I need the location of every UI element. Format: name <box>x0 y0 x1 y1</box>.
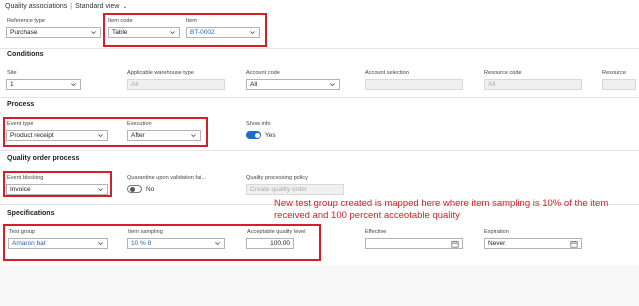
account-selection-label: Account selection <box>365 70 409 76</box>
annotation-text: New test group created is mapped here wh… <box>274 198 609 221</box>
specifications-highlight-box <box>3 224 321 261</box>
process-heading: Process <box>7 101 35 108</box>
quarantine-toggle[interactable] <box>127 185 142 193</box>
site-dropdown[interactable]: 1 <box>6 79 81 90</box>
expiration-value: Never <box>488 240 506 247</box>
calendar-icon[interactable] <box>451 240 459 248</box>
applicable-warehouse-type-value: All <box>131 81 139 88</box>
view-chevron-down-icon[interactable]: ⌄ <box>122 4 127 10</box>
conditions-heading: Conditions <box>7 51 44 58</box>
form-title: Quality associations <box>5 3 68 10</box>
toggle-knob <box>254 132 260 138</box>
show-info-label: Show info <box>246 121 271 127</box>
effective-label: Effective <box>365 229 387 235</box>
title-separator: | <box>70 3 73 10</box>
account-selection-field <box>365 79 463 90</box>
toggle-knob <box>129 186 135 192</box>
item-highlight-box <box>103 13 267 47</box>
quality-order-process-heading: Quality order process <box>7 155 80 162</box>
reference-type-dropdown[interactable]: Purchase <box>6 27 101 38</box>
page-title: Quality associations | Standard view ⌄ <box>5 3 127 10</box>
chevron-down-icon <box>329 81 336 88</box>
quarantine-value: No <box>146 186 155 193</box>
process-highlight-box <box>3 117 208 147</box>
resource-code-value: All <box>488 81 496 88</box>
chevron-down-icon <box>70 81 77 88</box>
account-code-dropdown[interactable]: All <box>246 79 340 90</box>
reference-type-value: Purchase <box>10 29 38 36</box>
account-code-value: All <box>250 81 258 88</box>
quality-processing-policy-field: Create quality order <box>246 184 344 195</box>
quality-processing-policy-label: Quality processing policy <box>246 175 308 181</box>
resource-field <box>602 79 636 90</box>
expiration-date-field[interactable]: Never <box>484 238 582 249</box>
show-info-value: Yes <box>265 132 276 139</box>
quality-processing-policy-placeholder: Create quality order <box>250 186 308 193</box>
calendar-icon[interactable] <box>570 240 578 248</box>
header-bar: Quality associations | Standard view ⌄ <box>0 0 639 14</box>
effective-date-field[interactable] <box>365 238 463 249</box>
applicable-warehouse-type-label: Applicable warehouse type <box>127 70 194 76</box>
show-info-toggle[interactable] <box>246 131 261 139</box>
specifications-heading: Specifications <box>7 210 55 217</box>
resource-code-field: All <box>484 79 582 90</box>
account-code-label: Account code <box>246 70 280 76</box>
resource-label: Resource <box>602 70 626 76</box>
view-selector[interactable]: Standard view <box>75 3 119 10</box>
applicable-warehouse-type-field: All <box>127 79 225 90</box>
event-blocking-highlight-box <box>3 171 112 197</box>
reference-type-label: Reference type <box>7 18 45 24</box>
expiration-label: Expiration <box>484 229 509 235</box>
chevron-down-icon <box>90 29 97 36</box>
site-label: Site <box>7 70 17 76</box>
quarantine-label: Quarantine upon validation fai... <box>127 175 206 181</box>
resource-code-label: Resource code <box>484 70 522 76</box>
site-value: 1 <box>10 81 14 88</box>
